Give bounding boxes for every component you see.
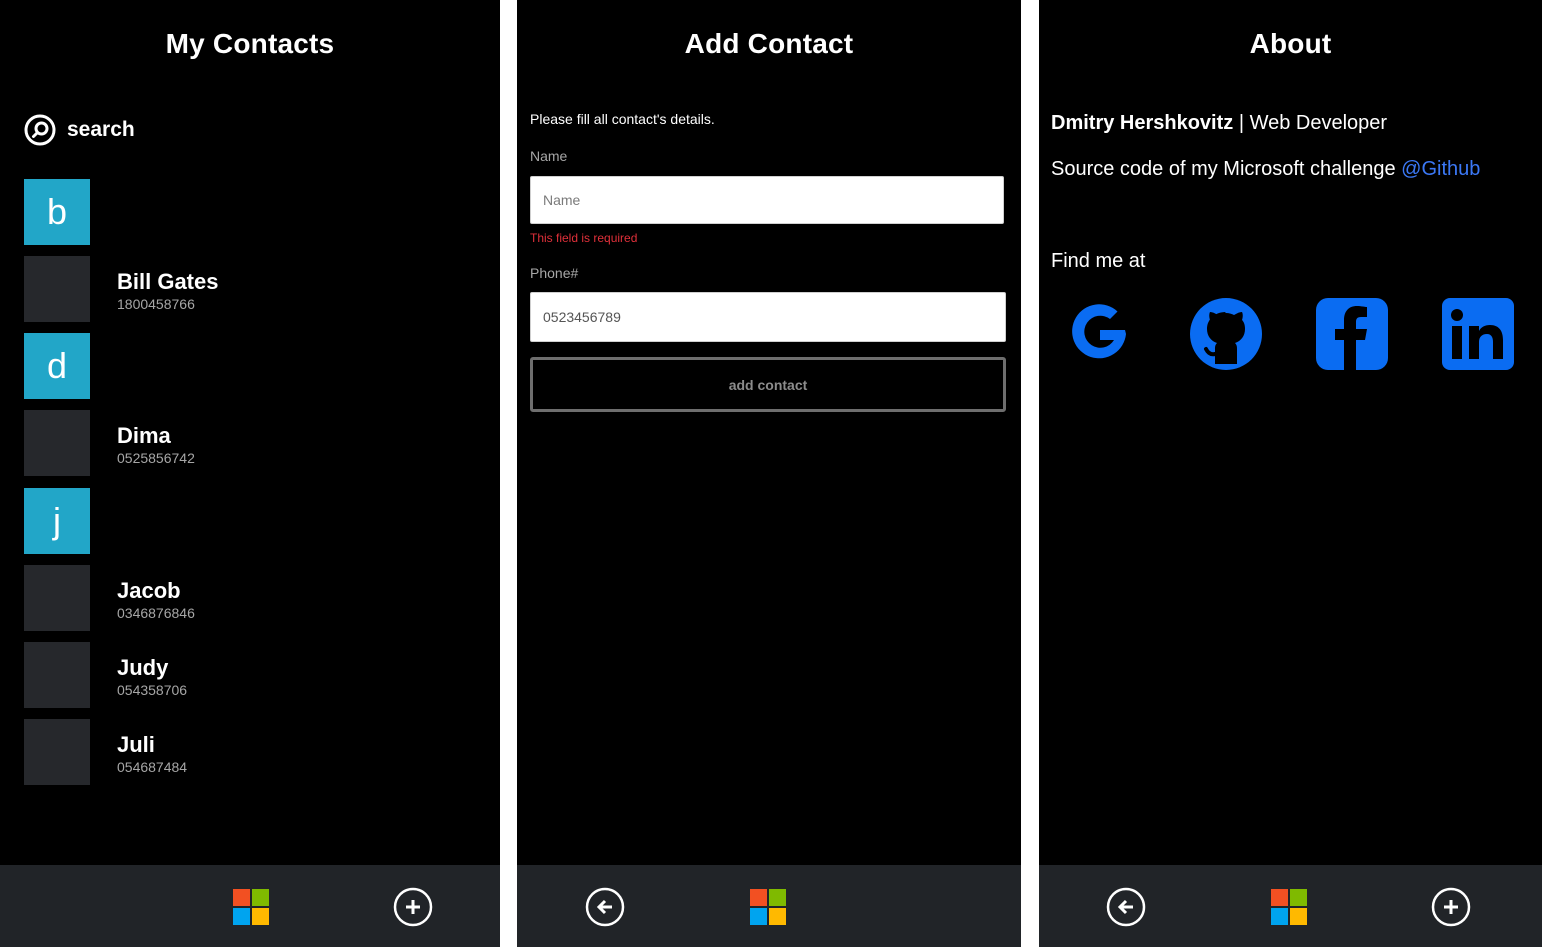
name-field-label: Name (530, 148, 568, 164)
page-title: About (1249, 28, 1332, 59)
phone-input[interactable] (530, 292, 1006, 342)
bottom-app-bar (0, 865, 500, 947)
add-contact-screen: Add Contact Please fill all contact's de… (517, 0, 1021, 947)
linkedin-icon[interactable] (1440, 296, 1516, 372)
github-icon[interactable] (1188, 296, 1264, 372)
contact-phone: 054687484 (117, 759, 188, 775)
group-header-d[interactable]: d (24, 333, 90, 399)
contact-row-juli[interactable]: Juli 054687484 (24, 719, 464, 785)
windows-logo-icon[interactable] (750, 889, 786, 925)
avatar (24, 719, 90, 785)
back-arrow-icon[interactable] (1106, 887, 1146, 927)
add-contact-button[interactable]: add contact (530, 357, 1006, 412)
group-letter: j (53, 500, 61, 541)
contact-name: Juli (117, 732, 155, 757)
page-title: Add Contact (684, 28, 854, 59)
name-input[interactable] (530, 176, 1004, 224)
group-header-b[interactable]: b (24, 179, 90, 245)
contact-row-judy[interactable]: Judy 054358706 (24, 642, 464, 708)
search-label: search (67, 118, 135, 141)
contact-phone: 054358706 (117, 682, 188, 698)
avatar (24, 642, 90, 708)
facebook-icon[interactable] (1314, 296, 1390, 372)
add-contact-icon[interactable] (1431, 887, 1471, 927)
page-title: My Contacts (165, 28, 335, 59)
avatar (24, 410, 90, 476)
bottom-app-bar (517, 865, 1021, 947)
github-link[interactable]: @Github (1401, 158, 1480, 180)
add-contact-icon[interactable] (393, 887, 433, 927)
about-screen: About Dmitry Hershkovitz | Web Developer… (1039, 0, 1542, 947)
group-header-j[interactable]: j (24, 488, 90, 554)
contact-phone: 0346876846 (117, 605, 195, 621)
author-line: Dmitry Hershkovitz | Web Developer (1051, 112, 1387, 135)
search-icon (24, 114, 56, 146)
find-me-heading: Find me at (1051, 250, 1146, 272)
back-arrow-icon[interactable] (585, 887, 625, 927)
group-letter: b (46, 191, 68, 232)
contact-row-jacob[interactable]: Jacob 0346876846 (24, 565, 464, 631)
author-name: Dmitry Hershkovitz (1051, 112, 1234, 134)
phone-field-label: Phone# (530, 265, 579, 281)
contact-phone: 0525856742 (117, 450, 195, 466)
search-button[interactable]: search (24, 114, 135, 146)
contact-name: Bill Gates (117, 269, 219, 294)
windows-logo-icon[interactable] (233, 889, 269, 925)
name-error-message: This field is required (530, 231, 638, 245)
contact-name: Jacob (117, 578, 181, 603)
windows-logo-icon[interactable] (1271, 889, 1307, 925)
source-line: Source code of my Microsoft challenge @G… (1051, 158, 1480, 181)
avatar (24, 565, 90, 631)
group-letter: d (46, 345, 68, 386)
contacts-screen: My Contacts search b Bill Gates 18004587… (0, 0, 500, 947)
contact-row-bill-gates[interactable]: Bill Gates 1800458766 (24, 256, 464, 322)
avatar (24, 256, 90, 322)
form-instructions: Please fill all contact's details. (530, 111, 715, 127)
contact-name: Judy (117, 655, 169, 680)
google-icon[interactable] (1061, 296, 1137, 372)
bottom-app-bar (1039, 865, 1542, 947)
source-text: Source code of my Microsoft challenge (1051, 158, 1402, 180)
contact-phone: 1800458766 (117, 296, 195, 312)
author-role: Web Developer (1249, 112, 1388, 134)
separator: | (1233, 112, 1250, 134)
contact-row-dima[interactable]: Dima 0525856742 (24, 410, 464, 476)
contact-name: Dima (117, 423, 171, 448)
